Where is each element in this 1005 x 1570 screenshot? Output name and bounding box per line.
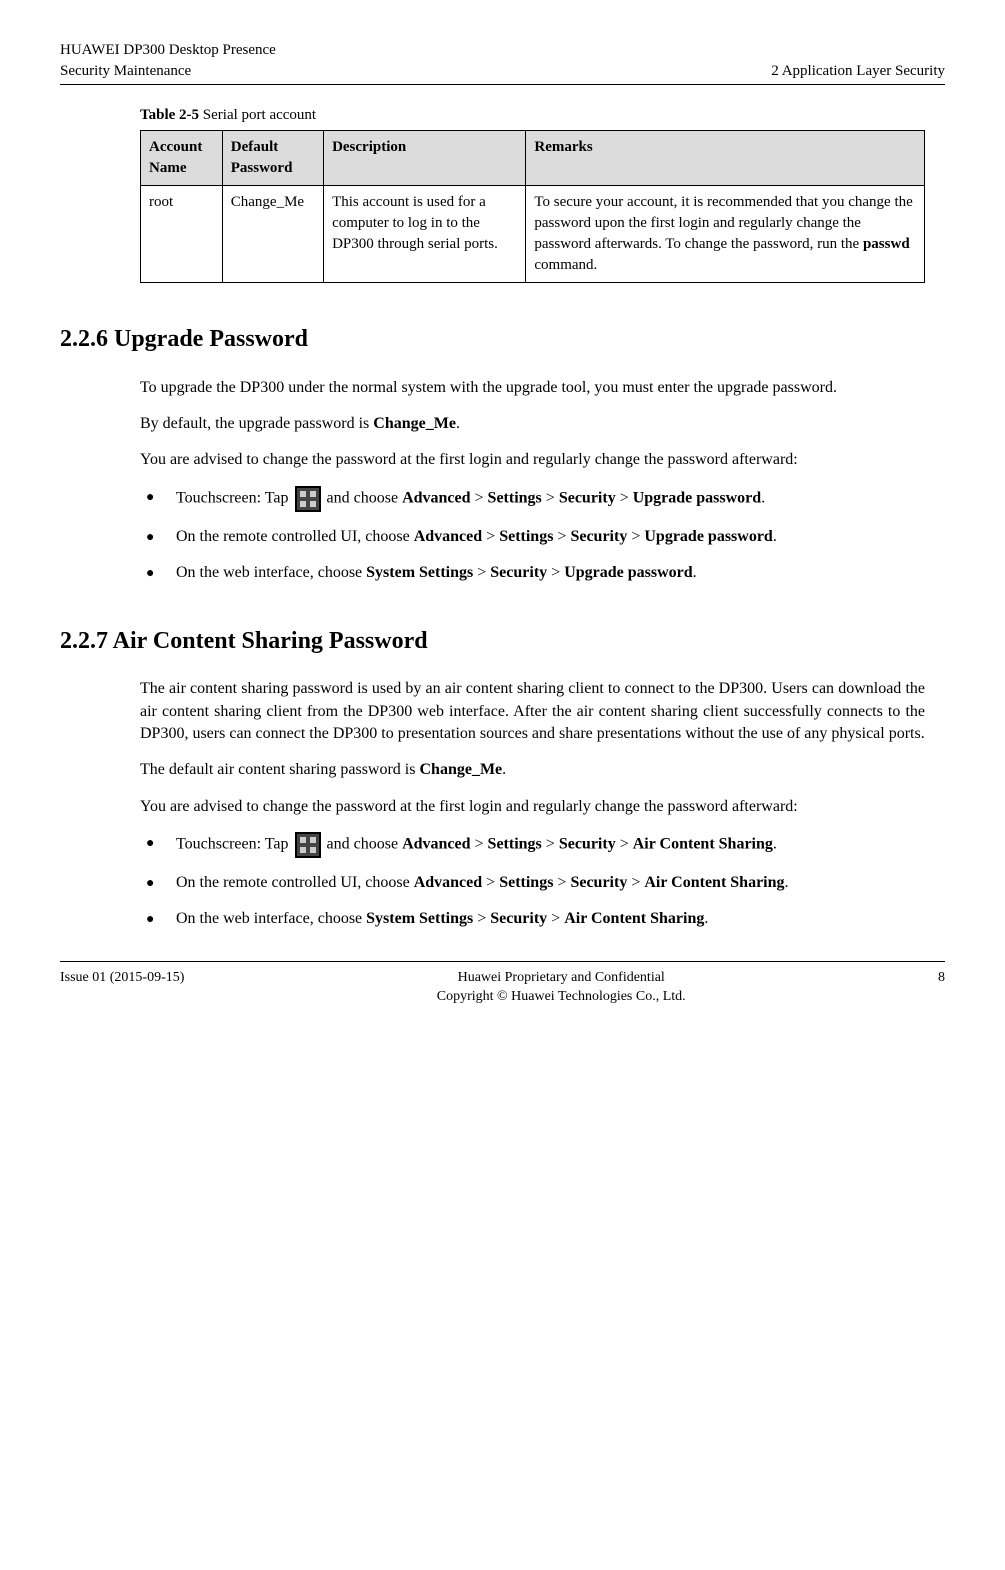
- paragraph: You are advised to change the password a…: [140, 796, 925, 818]
- footer-center: Huawei Proprietary and Confidential Copy…: [184, 968, 938, 1007]
- header-left: HUAWEI DP300 Desktop Presence Security M…: [60, 40, 276, 82]
- th-description: Description: [324, 131, 526, 186]
- paragraph: To upgrade the DP300 under the normal sy…: [140, 377, 925, 399]
- list-item: Touchscreen: Tap and choose Advanced > S…: [140, 486, 925, 512]
- cell-remarks: To secure your account, it is recommende…: [526, 186, 925, 283]
- cell-account: root: [141, 186, 223, 283]
- footer-left: Issue 01 (2015-09-15): [60, 968, 184, 988]
- list-item: On the remote controlled UI, choose Adva…: [140, 872, 925, 894]
- footer-page-number: 8: [938, 968, 945, 988]
- cell-password: Change_Me: [222, 186, 323, 283]
- heading-air-content: 2.2.7 Air Content Sharing Password: [60, 625, 945, 659]
- th-account: Account Name: [141, 131, 223, 186]
- paragraph: By default, the upgrade password is Chan…: [140, 413, 925, 435]
- paragraph: You are advised to change the password a…: [140, 449, 925, 471]
- serial-port-table: Account Name Default Password Descriptio…: [140, 130, 925, 283]
- list-item: On the remote controlled UI, choose Adva…: [140, 526, 925, 548]
- doc-title-line2: Security Maintenance: [60, 63, 191, 79]
- list-item: Touchscreen: Tap and choose Advanced > S…: [140, 832, 925, 858]
- paragraph: The default air content sharing password…: [140, 759, 925, 781]
- table-caption-prefix: Table 2-5: [140, 107, 199, 123]
- page-footer: Issue 01 (2015-09-15) Huawei Proprietary…: [60, 961, 945, 1007]
- section-title: 2 Application Layer Security: [771, 63, 945, 79]
- upgrade-steps-list: Touchscreen: Tap and choose Advanced > S…: [140, 486, 925, 585]
- list-item: On the web interface, choose System Sett…: [140, 908, 925, 930]
- cell-description: This account is used for a computer to l…: [324, 186, 526, 283]
- doc-title-line1: HUAWEI DP300 Desktop Presence: [60, 42, 276, 58]
- grid-icon: [295, 486, 321, 512]
- page-header: HUAWEI DP300 Desktop Presence Security M…: [60, 40, 945, 85]
- grid-icon: [295, 832, 321, 858]
- list-item: On the web interface, choose System Sett…: [140, 562, 925, 584]
- table-header-row: Account Name Default Password Descriptio…: [141, 131, 925, 186]
- heading-upgrade-password: 2.2.6 Upgrade Password: [60, 323, 945, 357]
- air-steps-list: Touchscreen: Tap and choose Advanced > S…: [140, 832, 925, 931]
- paragraph: The air content sharing password is used…: [140, 678, 925, 745]
- table-caption: Table 2-5 Serial port account: [140, 105, 945, 126]
- th-remarks: Remarks: [526, 131, 925, 186]
- th-password: Default Password: [222, 131, 323, 186]
- header-right: 2 Application Layer Security: [771, 40, 945, 82]
- table-caption-text: Serial port account: [199, 107, 316, 123]
- table-row: root Change_Me This account is used for …: [141, 186, 925, 283]
